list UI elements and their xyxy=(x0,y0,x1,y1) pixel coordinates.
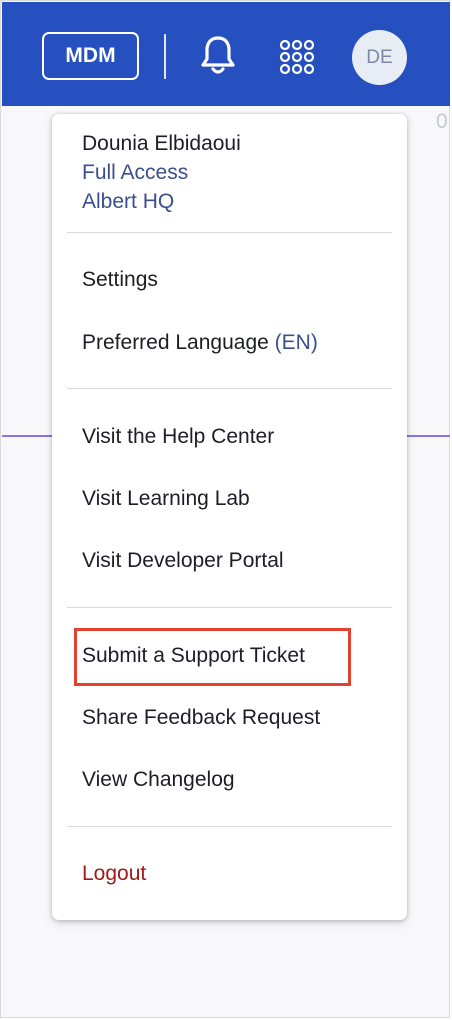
menu-item-share-feedback[interactable]: Share Feedback Request xyxy=(82,706,320,730)
menu-item-preferred-language[interactable]: Preferred Language (EN) xyxy=(82,331,318,355)
preferred-language-label: Preferred Language xyxy=(82,331,269,354)
avatar[interactable]: DE xyxy=(352,30,407,85)
background-line-right xyxy=(406,435,450,437)
header-divider xyxy=(164,34,166,79)
menu-item-help-center[interactable]: Visit the Help Center xyxy=(82,425,274,449)
user-organization: Albert HQ xyxy=(82,190,175,213)
top-header-bar: MDM DE xyxy=(2,2,450,106)
user-dropdown-menu: Dounia Elbidaoui Full Access Albert HQ S… xyxy=(52,114,407,920)
menu-item-settings[interactable]: Settings xyxy=(82,268,158,292)
menu-divider xyxy=(67,232,392,233)
menu-divider xyxy=(67,826,392,827)
menu-item-learning-lab[interactable]: Visit Learning Lab xyxy=(82,487,250,511)
menu-item-support-ticket[interactable]: Submit a Support Ticket xyxy=(82,644,305,668)
bell-icon[interactable] xyxy=(198,34,238,76)
background-line-left xyxy=(2,435,54,437)
menu-divider xyxy=(67,388,392,389)
menu-item-logout[interactable]: Logout xyxy=(82,862,146,886)
menu-divider xyxy=(67,607,392,608)
background-edge-digit: 0 xyxy=(436,110,448,133)
language-code: (EN) xyxy=(274,331,318,354)
menu-item-developer-portal[interactable]: Visit Developer Portal xyxy=(82,549,284,573)
app-grid-icon[interactable] xyxy=(279,39,315,75)
menu-item-changelog[interactable]: View Changelog xyxy=(82,768,235,792)
user-name: Dounia Elbidaoui xyxy=(82,132,241,155)
user-access-level: Full Access xyxy=(82,161,189,184)
mdm-button[interactable]: MDM xyxy=(42,32,139,80)
